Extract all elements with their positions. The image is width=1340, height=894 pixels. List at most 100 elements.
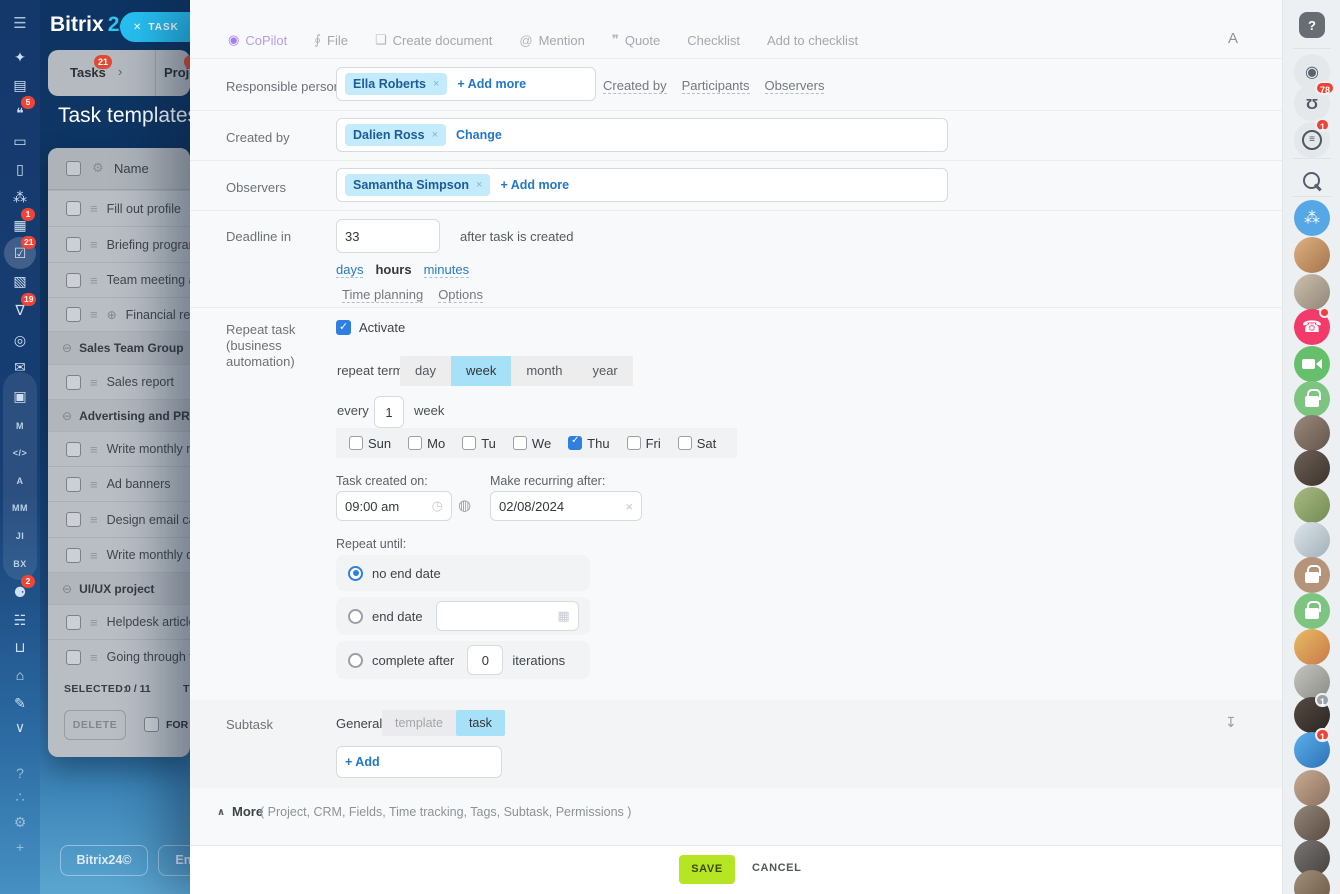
app-a-icon[interactable]: A bbox=[0, 468, 40, 492]
company-icon[interactable]: ⌂ bbox=[0, 663, 40, 687]
lock-icon[interactable] bbox=[1294, 557, 1330, 593]
unit-days-link[interactable]: days bbox=[336, 262, 363, 278]
term-option[interactable]: year bbox=[577, 356, 632, 386]
row-checkbox[interactable] bbox=[66, 237, 81, 252]
table-row[interactable]: ≡ Going through t bbox=[48, 639, 190, 674]
options-link[interactable]: Options bbox=[438, 287, 483, 303]
right-rail-item[interactable]: Ω 78 bbox=[1294, 85, 1330, 121]
weekday-option[interactable]: Fri bbox=[627, 436, 661, 451]
right-rail-item[interactable]: ≡ 1 bbox=[1294, 122, 1330, 158]
row-checkbox[interactable] bbox=[66, 615, 81, 630]
right-rail-item[interactable] bbox=[1294, 164, 1330, 200]
table-row[interactable]: ≡ Helpdesk article bbox=[48, 604, 190, 639]
clear-icon[interactable]: × bbox=[625, 499, 633, 514]
remove-chip-icon[interactable]: × bbox=[432, 129, 438, 141]
gear-icon[interactable]: ⚙ bbox=[92, 160, 104, 176]
mail-icon[interactable]: ✉ bbox=[0, 355, 40, 379]
drag-handle-icon[interactable]: ≡ bbox=[90, 650, 98, 665]
time-planning-link[interactable]: Time planning bbox=[342, 287, 423, 303]
weekday-checkbox[interactable] bbox=[349, 436, 363, 450]
drag-handle-icon[interactable]: ≡ bbox=[90, 273, 98, 288]
avatar[interactable] bbox=[1294, 274, 1330, 310]
video-call-icon[interactable] bbox=[1294, 346, 1330, 382]
for-all-checkbox[interactable] bbox=[144, 717, 159, 732]
change-link[interactable]: Change bbox=[456, 128, 502, 142]
table-row[interactable]: ≡ Sales report bbox=[48, 364, 190, 399]
weekday-checkbox[interactable] bbox=[678, 436, 692, 450]
drag-handle-icon[interactable]: ≡ bbox=[90, 442, 98, 457]
avatar[interactable] bbox=[1294, 522, 1330, 558]
employees-icon[interactable]: ⁂ bbox=[0, 185, 40, 209]
collapse-icon[interactable]: ⊖ bbox=[62, 341, 72, 355]
right-rail-item[interactable]: ⁂ bbox=[1294, 200, 1330, 236]
group-chat-icon[interactable]: ⁂ bbox=[1294, 200, 1330, 236]
language-button[interactable]: English bbox=[158, 845, 190, 876]
drag-handle-icon[interactable]: ≡ bbox=[90, 201, 98, 216]
delete-button[interactable]: DELETE bbox=[64, 710, 126, 740]
complete-after-radio[interactable] bbox=[348, 653, 363, 668]
deadline-input[interactable]: 33 bbox=[336, 219, 440, 253]
calendar-icon[interactable]: ▦ 1 bbox=[0, 213, 40, 237]
right-rail-item[interactable] bbox=[1294, 629, 1330, 665]
lock-icon[interactable] bbox=[1294, 593, 1330, 629]
drag-handle-icon[interactable]: ≡ bbox=[90, 512, 98, 527]
documents-icon[interactable]: ▯ bbox=[0, 157, 40, 181]
toolbar-button[interactable]: ❏ Create document bbox=[375, 32, 492, 48]
row-checkbox[interactable] bbox=[66, 201, 81, 216]
search-icon[interactable] bbox=[1294, 164, 1330, 200]
weekday-option[interactable]: We bbox=[513, 436, 551, 451]
right-rail-item[interactable] bbox=[1294, 593, 1330, 629]
time-input[interactable]: 09:00 am ◷ bbox=[336, 491, 452, 521]
add-icon[interactable]: + bbox=[0, 835, 40, 859]
save-button[interactable]: SAVE bbox=[679, 855, 735, 884]
table-row[interactable]: ≡ Ad banners bbox=[48, 466, 190, 501]
pin-icon[interactable]: ↧ bbox=[1225, 714, 1237, 731]
user-chip[interactable]: Dalien Ross× bbox=[345, 124, 446, 146]
subtask-tab[interactable]: template bbox=[382, 710, 456, 736]
until-no-end-date-option[interactable]: no end date bbox=[336, 555, 590, 591]
select-all-checkbox[interactable] bbox=[66, 161, 81, 176]
avatar[interactable] bbox=[1294, 487, 1330, 523]
subtask-tab[interactable]: task bbox=[456, 710, 505, 736]
drag-handle-icon[interactable]: ≡ bbox=[90, 615, 98, 630]
recurring-date-input[interactable]: 02/08/2024 × bbox=[490, 491, 642, 521]
activate-checkbox[interactable]: ✓ bbox=[336, 320, 351, 335]
row-checkbox[interactable] bbox=[66, 307, 81, 322]
collapse-icon[interactable]: ⊖ bbox=[62, 582, 72, 596]
expand-icon[interactable]: ⊕ bbox=[107, 308, 117, 322]
table-row[interactable]: ⊖ Sales Team Group bbox=[48, 331, 190, 364]
row-checkbox[interactable] bbox=[66, 650, 81, 665]
row-checkbox[interactable] bbox=[66, 477, 81, 492]
created-by-field[interactable]: Dalien Ross× Change bbox=[336, 118, 948, 152]
help-icon[interactable]: ? bbox=[1299, 12, 1325, 38]
drag-handle-icon[interactable]: ≡ bbox=[90, 548, 98, 563]
created-by-link[interactable]: Created by bbox=[603, 78, 667, 94]
observers-link[interactable]: Observers bbox=[765, 78, 825, 94]
until-complete-after-option[interactable]: complete after 0 iterations bbox=[336, 641, 590, 679]
weekday-option[interactable]: Mo bbox=[408, 436, 445, 451]
network-icon[interactable]: ∴ bbox=[0, 785, 40, 809]
table-row[interactable]: ≡ Design email ca bbox=[48, 501, 190, 537]
user-chip[interactable]: Samantha Simpson× bbox=[345, 174, 490, 196]
end-date-radio[interactable] bbox=[348, 609, 363, 624]
automation-icon[interactable]: ☵ bbox=[0, 608, 40, 632]
lock-icon[interactable] bbox=[1294, 381, 1330, 417]
collapse-icon[interactable]: ⊖ bbox=[62, 409, 72, 423]
contact-center-icon[interactable]: ▧ bbox=[0, 269, 40, 293]
close-icon[interactable]: ✕ bbox=[133, 22, 141, 33]
table-row[interactable]: ≡ Team meeting a bbox=[48, 262, 190, 297]
unit-minutes-link[interactable]: minutes bbox=[424, 262, 470, 278]
table-row[interactable]: ≡ Write monthly d bbox=[48, 537, 190, 572]
messenger-icon[interactable]: ❝ 5 bbox=[0, 101, 40, 125]
right-rail-item[interactable] bbox=[1294, 274, 1330, 310]
help-icon[interactable]: ? bbox=[0, 761, 40, 785]
marketing-icon[interactable]: ◎ bbox=[0, 328, 40, 352]
weekday-option[interactable]: ✓ Thu bbox=[568, 436, 609, 451]
until-end-date-option[interactable]: end date ▦ bbox=[336, 597, 590, 635]
ai-assistant-icon[interactable]: ⚈ 2 bbox=[0, 580, 40, 604]
toolbar-button[interactable]: Checklist bbox=[687, 33, 740, 48]
observers-field[interactable]: Samantha Simpson× + Add more bbox=[336, 168, 948, 202]
term-option[interactable]: day bbox=[400, 356, 451, 386]
right-rail-item[interactable]: 1 bbox=[1294, 732, 1330, 768]
avatar[interactable] bbox=[1294, 237, 1330, 273]
